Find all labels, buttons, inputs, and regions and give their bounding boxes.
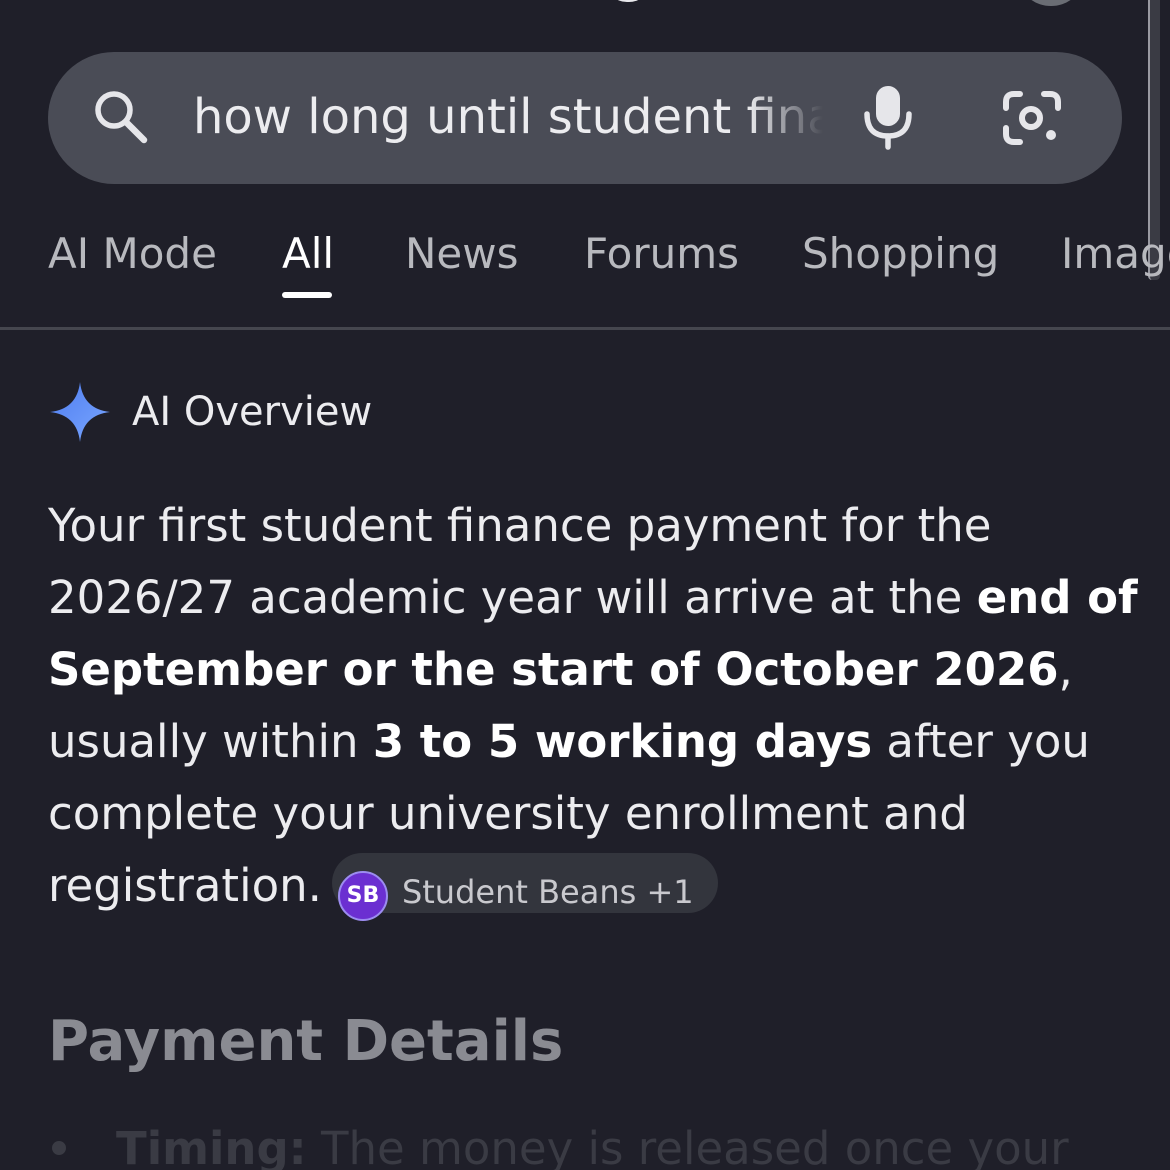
search-icon[interactable] <box>90 86 150 146</box>
payment-details-heading: Payment Details <box>48 1009 564 1074</box>
payment-details-list: Timing: The money is released once your <box>48 1116 1128 1170</box>
tab-shopping[interactable]: Shopping <box>802 224 999 284</box>
student-beans-logo-icon: SB <box>337 870 388 921</box>
ai-overview-title: AI Overview <box>132 389 373 435</box>
avatar[interactable] <box>1022 0 1080 6</box>
tab-news[interactable]: News <box>405 224 519 284</box>
overview-text-part: Your first student finance payment for t… <box>48 499 992 624</box>
tab-images[interactable]: Images <box>1061 224 1170 284</box>
list-item-label: Timing: <box>116 1122 307 1170</box>
active-tab-indicator <box>282 292 332 298</box>
tab-all[interactable]: All <box>282 224 334 284</box>
sparkle-icon <box>50 382 110 442</box>
source-chip-label: Student Beans +1 <box>401 873 694 911</box>
top-logo-fragment <box>605 0 651 2</box>
ai-overview-text: Your first student finance payment for t… <box>48 490 1138 922</box>
tab-ai-mode[interactable]: AI Mode <box>48 224 217 284</box>
source-chip[interactable]: SB Student Beans +1 <box>331 853 718 921</box>
mic-icon[interactable] <box>862 84 914 150</box>
search-input[interactable]: how long until student finance payment <box>193 84 823 150</box>
search-results-page: how long until student finance payment A… <box>0 0 1170 1170</box>
tabs-divider <box>0 327 1170 330</box>
search-tabs: AI Mode All News Forums Shopping Images <box>0 224 1170 294</box>
google-lens-icon[interactable] <box>1000 88 1064 148</box>
tab-forums[interactable]: Forums <box>584 224 739 284</box>
overview-bold-duration: 3 to 5 working days <box>372 715 873 768</box>
bullet-icon <box>52 1141 66 1155</box>
list-item-text: The money is released once your <box>306 1122 1069 1170</box>
